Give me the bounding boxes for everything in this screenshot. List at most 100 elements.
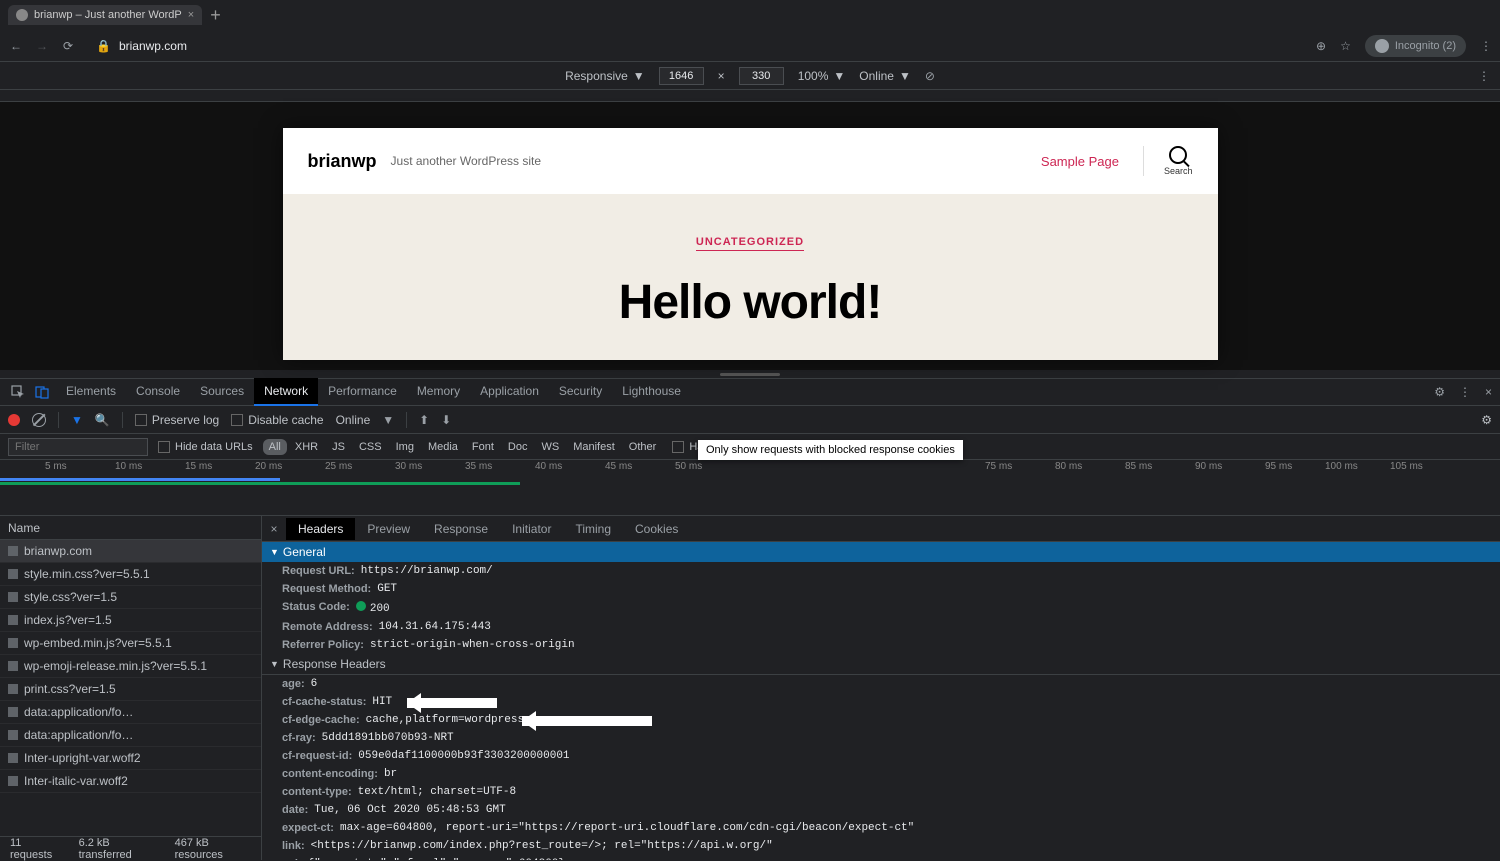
devtools-tab-network[interactable]: Network [254,378,318,406]
rotate-icon[interactable]: ⊘ [925,69,935,83]
header-row: content-type:text/html; charset=UTF-8 [262,783,1500,801]
filter-type-xhr[interactable]: XHR [289,439,324,455]
category-link[interactable]: UNCATEGORIZED [696,236,804,251]
close-tab-icon[interactable]: × [188,9,194,21]
inspect-icon[interactable] [8,382,28,402]
disable-cache-checkbox[interactable]: Disable cache [231,413,323,427]
request-row[interactable]: print.css?ver=1.5 [0,678,261,701]
filter-type-all[interactable]: All [263,439,287,455]
file-icon [8,615,18,625]
request-row[interactable]: data:application/fo… [0,701,261,724]
incognito-badge[interactable]: Incognito (2) [1365,35,1466,57]
throttle-dropdown[interactable]: Online▼ [859,69,911,83]
tooltip: Only show requests with blocked response… [698,440,963,460]
detail-tab-preview[interactable]: Preview [355,518,422,540]
waterfall-timeline[interactable]: 5 ms10 ms15 ms20 ms25 ms30 ms35 ms40 ms4… [0,460,1500,516]
request-row[interactable]: data:application/fo… [0,724,261,747]
resource-size: 467 kB resources [175,837,251,861]
devtools-tab-application[interactable]: Application [470,378,549,406]
star-icon[interactable]: ☆ [1340,39,1351,53]
close-devtools-icon[interactable]: × [1485,385,1492,399]
width-input[interactable] [659,67,704,85]
filter-type-doc[interactable]: Doc [502,439,534,455]
time-label: 10 ms [115,461,142,472]
time-label: 100 ms [1325,461,1358,472]
reload-button[interactable]: ⟳ [60,39,76,53]
forward-button[interactable]: → [34,39,50,53]
request-row[interactable]: style.min.css?ver=5.5.1 [0,563,261,586]
site-title[interactable]: brianwp [308,151,377,172]
height-input[interactable] [739,67,784,85]
url-input[interactable]: 🔒 brianwp.com [86,39,1306,53]
network-settings-icon[interactable]: ⚙ [1481,413,1492,427]
zoom-dropdown[interactable]: 100%▼ [798,69,846,83]
device-menu-icon[interactable]: ⋮ [1478,69,1490,83]
list-header-name[interactable]: Name [0,516,261,540]
request-row[interactable]: Inter-italic-var.woff2 [0,770,261,793]
upload-icon[interactable]: ⬆ [419,413,429,427]
general-section[interactable]: ▼General [262,542,1500,562]
request-row[interactable]: style.css?ver=1.5 [0,586,261,609]
filter-type-css[interactable]: CSS [353,439,388,455]
resize-handle[interactable] [0,370,1500,378]
sample-page-link[interactable]: Sample Page [1041,154,1119,169]
search-network-icon[interactable]: 🔍 [95,413,110,427]
settings-icon[interactable]: ⚙ [1434,385,1445,399]
devtools-tab-console[interactable]: Console [126,378,190,406]
request-row[interactable]: Inter-upright-var.woff2 [0,747,261,770]
search-icon[interactable]: ⊕ [1316,39,1326,53]
browser-tab[interactable]: brianwp – Just another WordP × [8,5,202,25]
viewport-area: brianwp Just another WordPress site Samp… [0,102,1500,370]
record-button[interactable] [8,414,20,426]
filter-type-media[interactable]: Media [422,439,464,455]
request-count: 11 requests [10,837,61,861]
filter-type-img[interactable]: Img [390,439,420,455]
filter-type-js[interactable]: JS [326,439,351,455]
preserve-log-checkbox[interactable]: Preserve log [135,413,219,427]
search-button[interactable]: Search [1143,146,1193,176]
post-title[interactable]: Hello world! [303,275,1198,330]
throttle-select[interactable]: Online [336,413,371,427]
request-row[interactable]: index.js?ver=1.5 [0,609,261,632]
devtools-tab-security[interactable]: Security [549,378,612,406]
devtools-tab-elements[interactable]: Elements [56,378,126,406]
request-row[interactable]: brianwp.com [0,540,261,563]
status-bar: 11 requests 6.2 kB transferred 467 kB re… [0,836,261,860]
devtools-tab-memory[interactable]: Memory [407,378,470,406]
detail-tab-headers[interactable]: Headers [286,518,355,540]
clear-button[interactable] [32,413,46,427]
detail-tab-timing[interactable]: Timing [563,518,623,540]
time-label: 75 ms [985,461,1012,472]
filter-type-font[interactable]: Font [466,439,500,455]
header-row: Remote Address:104.31.64.175:443 [262,618,1500,636]
more-icon[interactable]: ⋮ [1459,385,1471,399]
header-row: date:Tue, 06 Oct 2020 05:48:53 GMT [262,801,1500,819]
filter-input[interactable] [8,438,148,456]
file-icon [8,730,18,740]
devtools-tab-sources[interactable]: Sources [190,378,254,406]
request-row[interactable]: wp-emoji-release.min.js?ver=5.5.1 [0,655,261,678]
filter-type-manifest[interactable]: Manifest [567,439,621,455]
filter-type-ws[interactable]: WS [535,439,565,455]
new-tab-button[interactable]: + [210,5,221,26]
devtools-tab-performance[interactable]: Performance [318,378,407,406]
request-row[interactable]: wp-embed.min.js?ver=5.5.1 [0,632,261,655]
filter-type-other[interactable]: Other [623,439,663,455]
back-button[interactable]: ← [8,39,24,53]
download-icon[interactable]: ⬇ [441,413,451,427]
page-preview: brianwp Just another WordPress site Samp… [283,128,1218,360]
header-row: Request URL:https://brianwp.com/ [262,562,1500,580]
device-icon[interactable] [32,382,52,402]
detail-tab-response[interactable]: Response [422,518,500,540]
hide-data-urls-checkbox[interactable]: Hide data URLs [158,441,253,453]
response-headers-section[interactable]: ▼Response Headers [262,654,1500,675]
detail-tab-initiator[interactable]: Initiator [500,518,563,540]
close-panel-icon[interactable]: × [262,522,286,536]
detail-body: ▼General Request URL:https://brianwp.com… [262,542,1500,860]
menu-icon[interactable]: ⋮ [1480,39,1492,53]
devtools-tab-lighthouse[interactable]: Lighthouse [612,378,691,406]
favicon [16,9,28,21]
detail-tab-cookies[interactable]: Cookies [623,518,690,540]
filter-icon[interactable]: ▼ [71,413,83,427]
device-mode-dropdown[interactable]: Responsive▼ [565,69,645,83]
